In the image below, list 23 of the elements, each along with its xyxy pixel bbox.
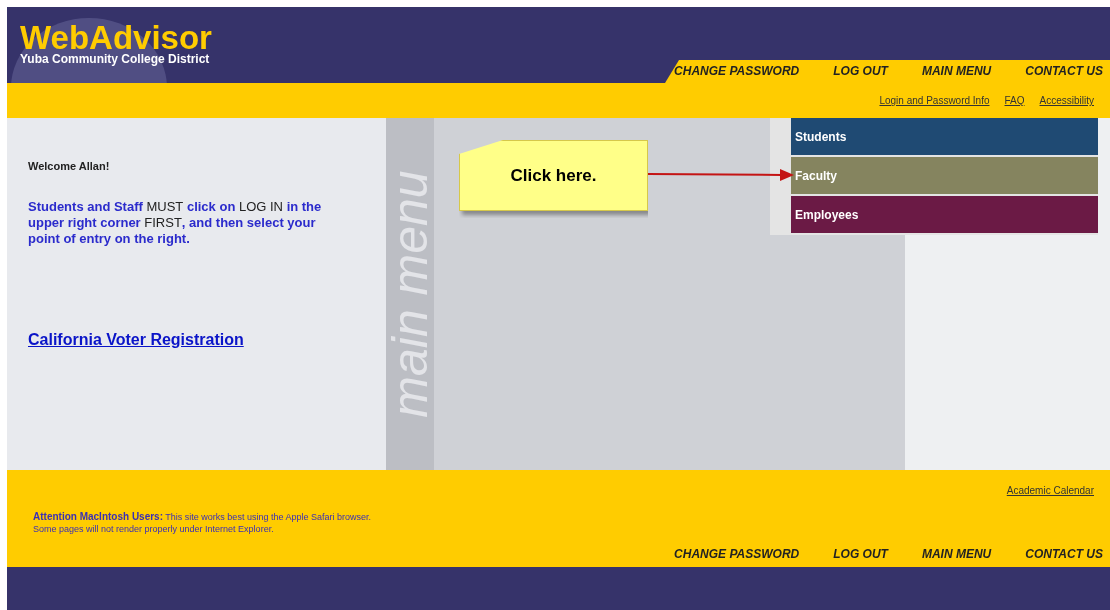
nav-link[interactable]: MAIN MENU bbox=[921, 545, 992, 567]
nav-link[interactable]: LOG OUT bbox=[833, 545, 888, 567]
utility-link[interactable]: Login and Password Info bbox=[879, 93, 990, 108]
utility-link[interactable]: FAQ bbox=[1004, 93, 1025, 108]
instructions-text: Students and Staff MUST click on LOG IN in the upper right corner FIRST, and then select your point of entry on the right. bbox=[28, 198, 323, 247]
voter-registration-link[interactable]: California Voter Registration bbox=[28, 327, 244, 352]
nav-link[interactable]: CONTACT US bbox=[1025, 545, 1103, 567]
academic-calendar-link[interactable]: Academic Calendar bbox=[1006, 483, 1094, 498]
callout-text: Click here. bbox=[510, 164, 597, 187]
logo-title: WebAdvisor bbox=[20, 23, 212, 53]
menu-item[interactable]: Students bbox=[791, 118, 1098, 155]
nav-link[interactable]: LOG OUT bbox=[833, 62, 888, 80]
notice-text: Attention MacIntosh Users: This site works best using the Apple Safari browser. bbox=[33, 511, 371, 523]
nav-link[interactable]: CONTACT US bbox=[1025, 62, 1103, 80]
menu-item[interactable]: Faculty bbox=[791, 157, 1098, 194]
nav-link[interactable]: CHANGE PASSWORD bbox=[674, 62, 800, 80]
nav-link[interactable]: CHANGE PASSWORD bbox=[674, 545, 800, 567]
logo-subtitle: Yuba Community College District bbox=[20, 53, 211, 66]
utility-link[interactable]: Accessibility bbox=[1039, 93, 1094, 108]
notice-text: Some pages will not render properly under Internet Explorer. bbox=[33, 523, 275, 535]
welcome-text: Welcome Allan! bbox=[28, 159, 111, 174]
menu-item[interactable]: Employees bbox=[791, 196, 1098, 233]
nav-link[interactable]: MAIN MENU bbox=[921, 62, 992, 80]
